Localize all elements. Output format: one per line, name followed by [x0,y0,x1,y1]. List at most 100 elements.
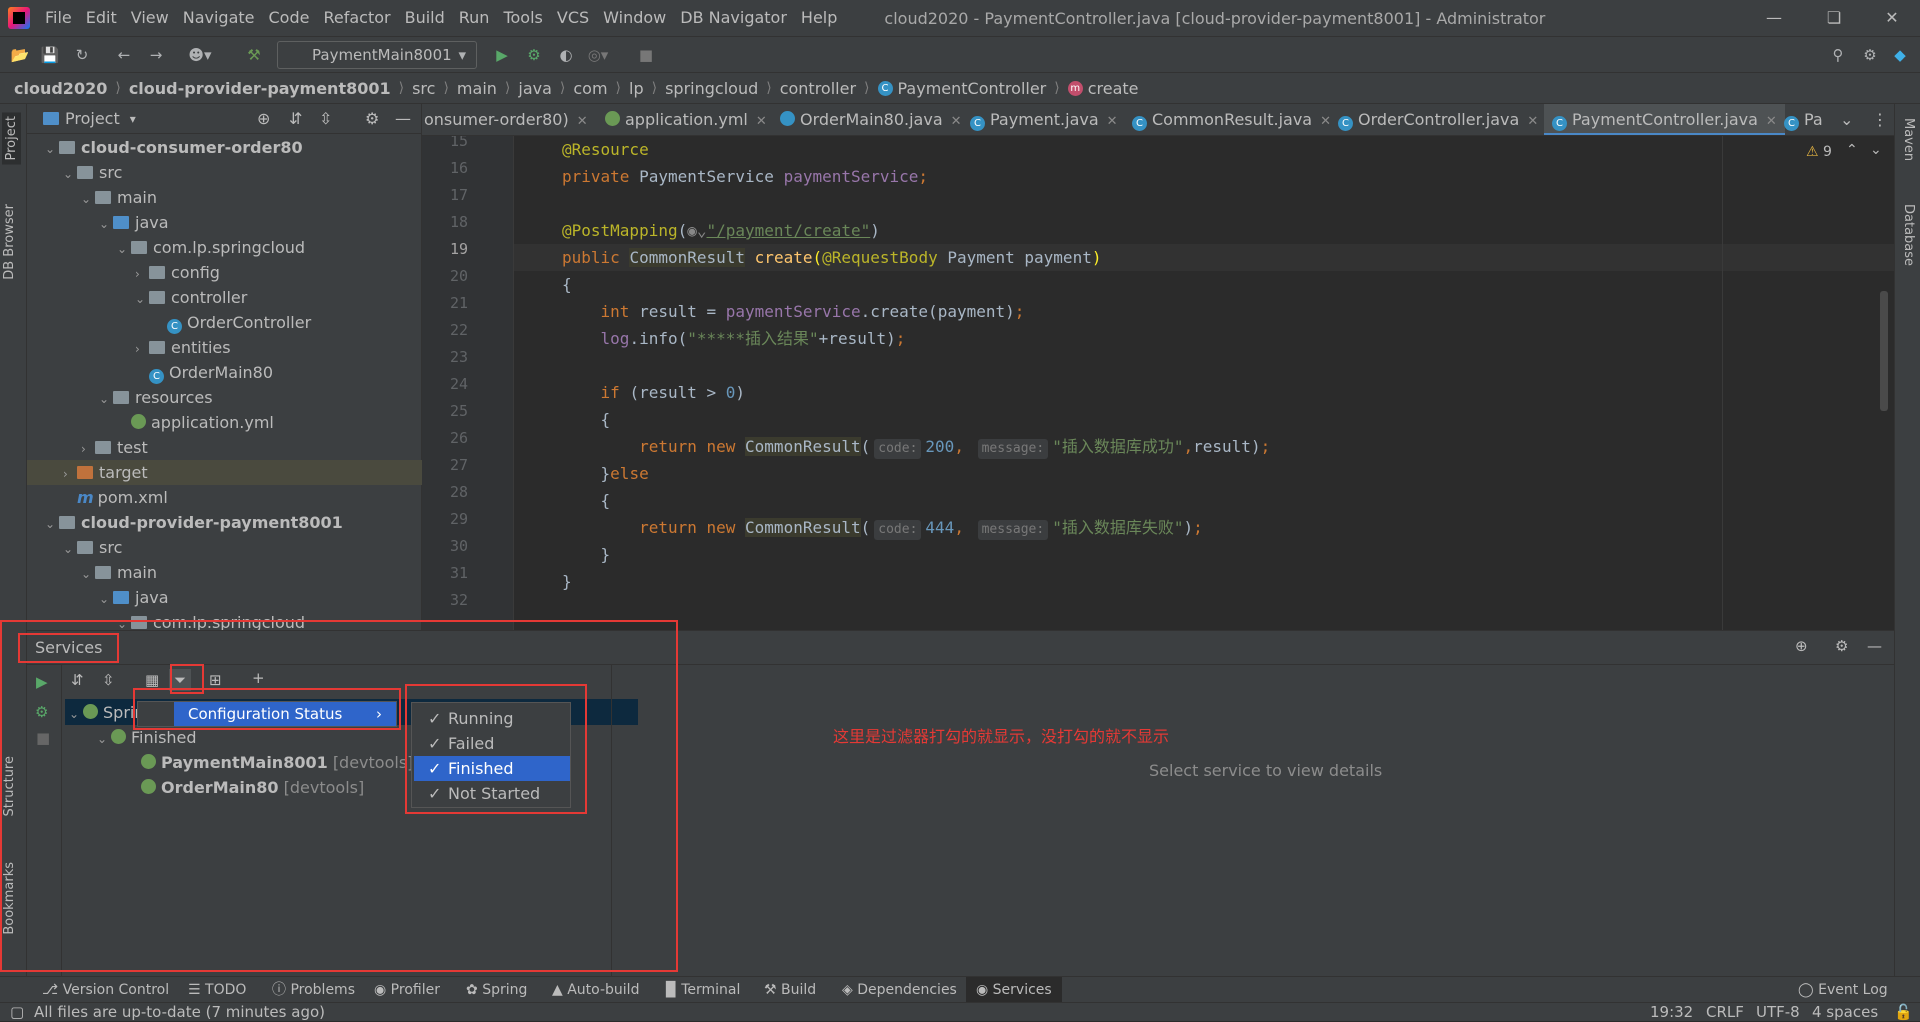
crumb-lp[interactable]: lp [629,79,644,98]
project-tree-item[interactable]: C OrderController [27,310,422,335]
locate-icon[interactable]: ⊕ [1795,637,1808,655]
coverage-icon[interactable]: ◐ [554,43,578,67]
tab-build[interactable]: ⚒ Build [764,977,816,1003]
debug-icon[interactable]: ⚙ [522,43,546,67]
code-editor[interactable]: 15 16 17 18 19 20 21 22 23 24 25 26 27 28 29 30 31 32 ⚠ 9… [422,136,1894,630]
chevron-down-icon[interactable]: ⌄ [99,587,113,612]
tab-ordermain80[interactable]: OrderMain80.java ✕ [780,104,962,135]
chevron-down-icon[interactable]: ⌄ [63,162,77,187]
tab-terminal[interactable]: ▉ Terminal [666,977,740,1003]
menu-db-navigator[interactable]: DB Navigator [673,0,794,36]
tab-event-log[interactable]: ◯ Event Log [1798,977,1888,1003]
tabs-dropdown-icon[interactable]: ⌄ [1840,104,1860,135]
project-tree-item[interactable]: ⌄ com.lp.springcloud [27,235,422,260]
chevron-down-icon[interactable]: ⌄ [63,537,77,562]
chevron-down-icon[interactable]: ⌄ [135,287,149,312]
project-tree-item[interactable]: › test [27,435,422,460]
tab-problems[interactable]: ⓘ Problems [272,977,355,1003]
tab-version-control[interactable]: ⎇ Version Control [42,977,169,1003]
tab-auto-build[interactable]: ▲ Auto-build [552,977,639,1003]
next-highlight-icon[interactable]: ⌄ [1870,142,1882,158]
crumb-controller[interactable]: controller [780,79,856,98]
chevron-down-icon[interactable]: ▾ [130,112,136,126]
crumb-module[interactable]: cloud-provider-payment8001 [129,79,391,98]
stop-icon[interactable]: ■ [634,43,658,67]
project-tree-item[interactable]: ⌄ controller [27,285,422,310]
back-icon[interactable]: ← [112,43,136,67]
tab-consumer-order80[interactable]: onsumer-order80) ✕ [424,104,588,135]
tab-ordercontroller[interactable]: C OrderController.java ✕ [1338,104,1538,135]
run-icon[interactable]: ▶ [490,43,514,67]
project-tree-item[interactable]: ⌄ main [27,560,422,585]
more-icon[interactable]: ⋮ [1872,104,1892,135]
hide-icon[interactable]: — [1867,637,1882,655]
menu-run[interactable]: Run [452,0,497,36]
crumb-main[interactable]: main [457,79,497,98]
menu-edit[interactable]: Edit [79,0,124,36]
sync-icon[interactable]: ↻ [70,43,94,67]
project-tree-item[interactable]: ⌄ cloud-consumer-order80 [27,135,422,160]
crumb-java[interactable]: java [518,79,552,98]
project-tree-item[interactable]: C OrderMain80 [27,360,422,385]
menu-navigate[interactable]: Navigate [176,0,262,36]
expand-all-icon[interactable]: ⇵ [289,109,302,128]
project-tree-item[interactable]: m pom.xml [27,485,422,510]
tab-payment[interactable]: C Payment.java ✕ [970,104,1118,135]
restore-icon[interactable]: ❏ [1806,0,1862,36]
menu-help[interactable]: Help [794,0,844,36]
project-tree-item[interactable]: ⌄ main [27,185,422,210]
crumb-class[interactable]: PaymentController [898,79,1047,98]
chevron-right-icon[interactable]: › [135,337,149,362]
collapse-all-icon[interactable]: ⇳ [319,109,332,128]
chevron-right-icon[interactable]: › [135,262,149,287]
crumb-com[interactable]: com [573,79,607,98]
side-tab-maven[interactable]: Maven [1901,118,1916,161]
chevron-down-icon[interactable]: ⌄ [81,187,95,212]
crumb-src[interactable]: src [412,79,435,98]
user-icon[interactable]: ☻▾ [188,43,212,67]
tab-profiler[interactable]: ◉ Profiler [374,977,440,1003]
project-tree-item[interactable]: ⌄ java [27,585,422,610]
chevron-down-icon[interactable]: ⌄ [45,512,59,537]
plugin-icon[interactable]: ◆ [1888,43,1912,67]
caret-position[interactable]: 19:32 [1650,1003,1693,1022]
chevron-right-icon[interactable]: › [81,437,95,462]
menu-window[interactable]: Window [596,0,673,36]
search-icon[interactable]: ⚲ [1826,43,1850,67]
editor-scrollbar[interactable] [1880,291,1888,411]
open-folder-icon[interactable]: 📂 [8,43,32,67]
lock-icon[interactable]: 🔓 [1894,1003,1913,1022]
status-toggle-icon[interactable]: ▢ [10,1003,24,1022]
project-tree-item[interactable]: › target [27,460,422,485]
chevron-down-icon[interactable]: ⌄ [99,212,113,237]
tab-overflow[interactable]: C Pa [1784,104,1823,135]
project-tree-item[interactable]: ⌄ src [27,535,422,560]
tab-services[interactable]: ◉ Services [966,977,1062,1003]
profile-icon[interactable]: ◎▾ [586,43,610,67]
crumb-springcloud[interactable]: springcloud [665,79,758,98]
tab-dependencies[interactable]: ◈ Dependencies [842,977,957,1003]
menu-refactor[interactable]: Refactor [316,0,397,36]
side-tab-database[interactable]: Database [1901,204,1916,266]
hide-icon[interactable]: — [395,109,411,128]
crumb-project[interactable]: cloud2020 [14,79,107,98]
warning-icon[interactable]: ⚠ 9 [1806,144,1832,160]
project-tree-item[interactable]: ⌄ java [27,210,422,235]
menu-build[interactable]: Build [398,0,452,36]
crumb-method[interactable]: create [1088,79,1139,98]
minimize-icon[interactable]: — [1746,0,1802,36]
save-icon[interactable]: 💾 [38,43,62,67]
chevron-down-icon[interactable]: ⌄ [117,237,131,262]
gear-icon[interactable]: ⚙ [1858,43,1882,67]
chevron-right-icon[interactable]: › [63,462,77,487]
gear-icon[interactable]: ⚙ [1835,637,1848,655]
project-tree-item[interactable]: ⌄ src [27,160,422,185]
project-tree-item[interactable]: ⌄ resources [27,385,422,410]
menu-code[interactable]: Code [262,0,317,36]
project-tree-item[interactable]: › config [27,260,422,285]
tab-spring[interactable]: ✿ Spring [466,977,527,1003]
chevron-down-icon[interactable]: ⌄ [81,562,95,587]
indent-setting[interactable]: 4 spaces [1812,1003,1878,1022]
chevron-down-icon[interactable]: ⌄ [45,137,59,162]
menu-view[interactable]: View [124,0,176,36]
